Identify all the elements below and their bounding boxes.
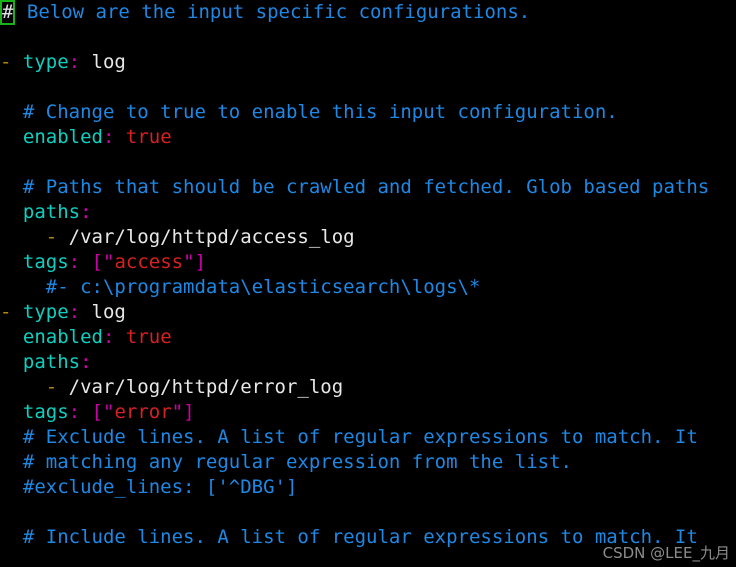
code-line[interactable]: # Paths that should be crawled and fetch… xyxy=(0,175,736,200)
code-token-punct: : xyxy=(80,201,92,223)
code-token-plain: log xyxy=(80,301,126,323)
code-line[interactable]: enabled: true xyxy=(0,325,736,350)
code-token-dash: - xyxy=(0,226,69,248)
code-token-punct: " xyxy=(183,251,195,273)
code-line[interactable]: - type: log xyxy=(0,50,736,75)
code-token-punct: : xyxy=(68,51,81,73)
code-line[interactable] xyxy=(0,500,736,525)
code-token-punct: : xyxy=(68,251,81,273)
code-token-key: paths xyxy=(22,351,81,373)
code-token-bool: true xyxy=(125,326,172,348)
code-token-key: tags xyxy=(22,401,69,423)
code-line[interactable] xyxy=(0,25,736,50)
code-token-comment: # Paths that should be crawled and fetch… xyxy=(0,176,710,198)
code-token-punct: " xyxy=(103,401,115,423)
text-cursor[interactable]: # xyxy=(0,0,16,25)
code-token-plain: log xyxy=(80,51,126,73)
code-line[interactable]: paths: xyxy=(0,350,736,375)
code-line[interactable]: tags: ["access"] xyxy=(0,250,736,275)
code-token-punct: " xyxy=(171,401,184,423)
code-token-plain: /var/log/httpd/access_log xyxy=(68,226,355,248)
code-token-key: paths xyxy=(22,201,81,223)
code-line[interactable]: paths: xyxy=(0,200,736,225)
yaml-config-editor[interactable]: # Below are the input specific configura… xyxy=(0,0,736,550)
code-line[interactable]: #- c:\programdata\elasticsearch\logs\* xyxy=(0,275,736,300)
code-token-punct: ] xyxy=(194,251,207,273)
code-token-bool: true xyxy=(125,126,172,148)
code-token-comment: # matching any regular expression from t… xyxy=(0,451,572,473)
code-line[interactable]: enabled: true xyxy=(0,125,736,150)
code-token-punct: ] xyxy=(183,401,195,423)
code-line[interactable]: # Below are the input specific configura… xyxy=(0,0,736,25)
code-token-comment: Below are the input specific configurati… xyxy=(15,1,531,23)
code-line[interactable] xyxy=(0,75,736,100)
code-token-punct: [ xyxy=(91,401,104,423)
code-token-dash: - xyxy=(0,51,23,73)
code-token-punct: : xyxy=(102,126,115,148)
code-line[interactable]: # Change to true to enable this input co… xyxy=(0,100,736,125)
code-token-punct: : xyxy=(80,351,92,373)
code-token-punct: [ xyxy=(91,251,104,273)
code-token-dash: - xyxy=(0,301,23,323)
code-token-dash: - xyxy=(0,376,69,398)
code-token-comment: # Change to true to enable this input co… xyxy=(0,101,618,123)
code-line[interactable]: - /var/log/httpd/access_log xyxy=(0,225,736,250)
code-line[interactable]: # Exclude lines. A list of regular expre… xyxy=(0,425,736,450)
code-line[interactable]: # matching any regular expression from t… xyxy=(0,450,736,475)
code-token-comment: #- c:\programdata\elasticsearch\logs\* xyxy=(0,276,481,298)
code-token-punct: : xyxy=(68,401,81,423)
code-token-str: error xyxy=(114,401,172,423)
code-token-punct: " xyxy=(103,251,115,273)
code-token-comment: #exclude_lines: ['^DBG'] xyxy=(0,476,298,498)
code-token-key: type xyxy=(22,51,69,73)
code-token-comment: # Exclude lines. A list of regular expre… xyxy=(0,426,698,448)
code-line[interactable]: - type: log xyxy=(0,300,736,325)
terminal-window: # Below are the input specific configura… xyxy=(0,0,736,567)
code-token-key: type xyxy=(22,301,69,323)
code-token-plain: /var/log/httpd/error_log xyxy=(68,376,344,398)
code-token-key: enabled xyxy=(22,126,103,148)
code-line[interactable]: # Include lines. A list of regular expre… xyxy=(0,525,736,550)
code-line[interactable]: #exclude_lines: ['^DBG'] xyxy=(0,475,736,500)
code-line[interactable] xyxy=(0,150,736,175)
code-token-key: tags xyxy=(22,251,69,273)
code-token-key: enabled xyxy=(22,326,103,348)
code-token-punct: : xyxy=(102,326,115,348)
code-token-comment: # Include lines. A list of regular expre… xyxy=(0,526,698,548)
code-line[interactable]: - /var/log/httpd/error_log xyxy=(0,375,736,400)
code-token-str: access xyxy=(114,251,184,273)
code-line[interactable]: tags: ["error"] xyxy=(0,400,736,425)
code-token-punct: : xyxy=(68,301,81,323)
